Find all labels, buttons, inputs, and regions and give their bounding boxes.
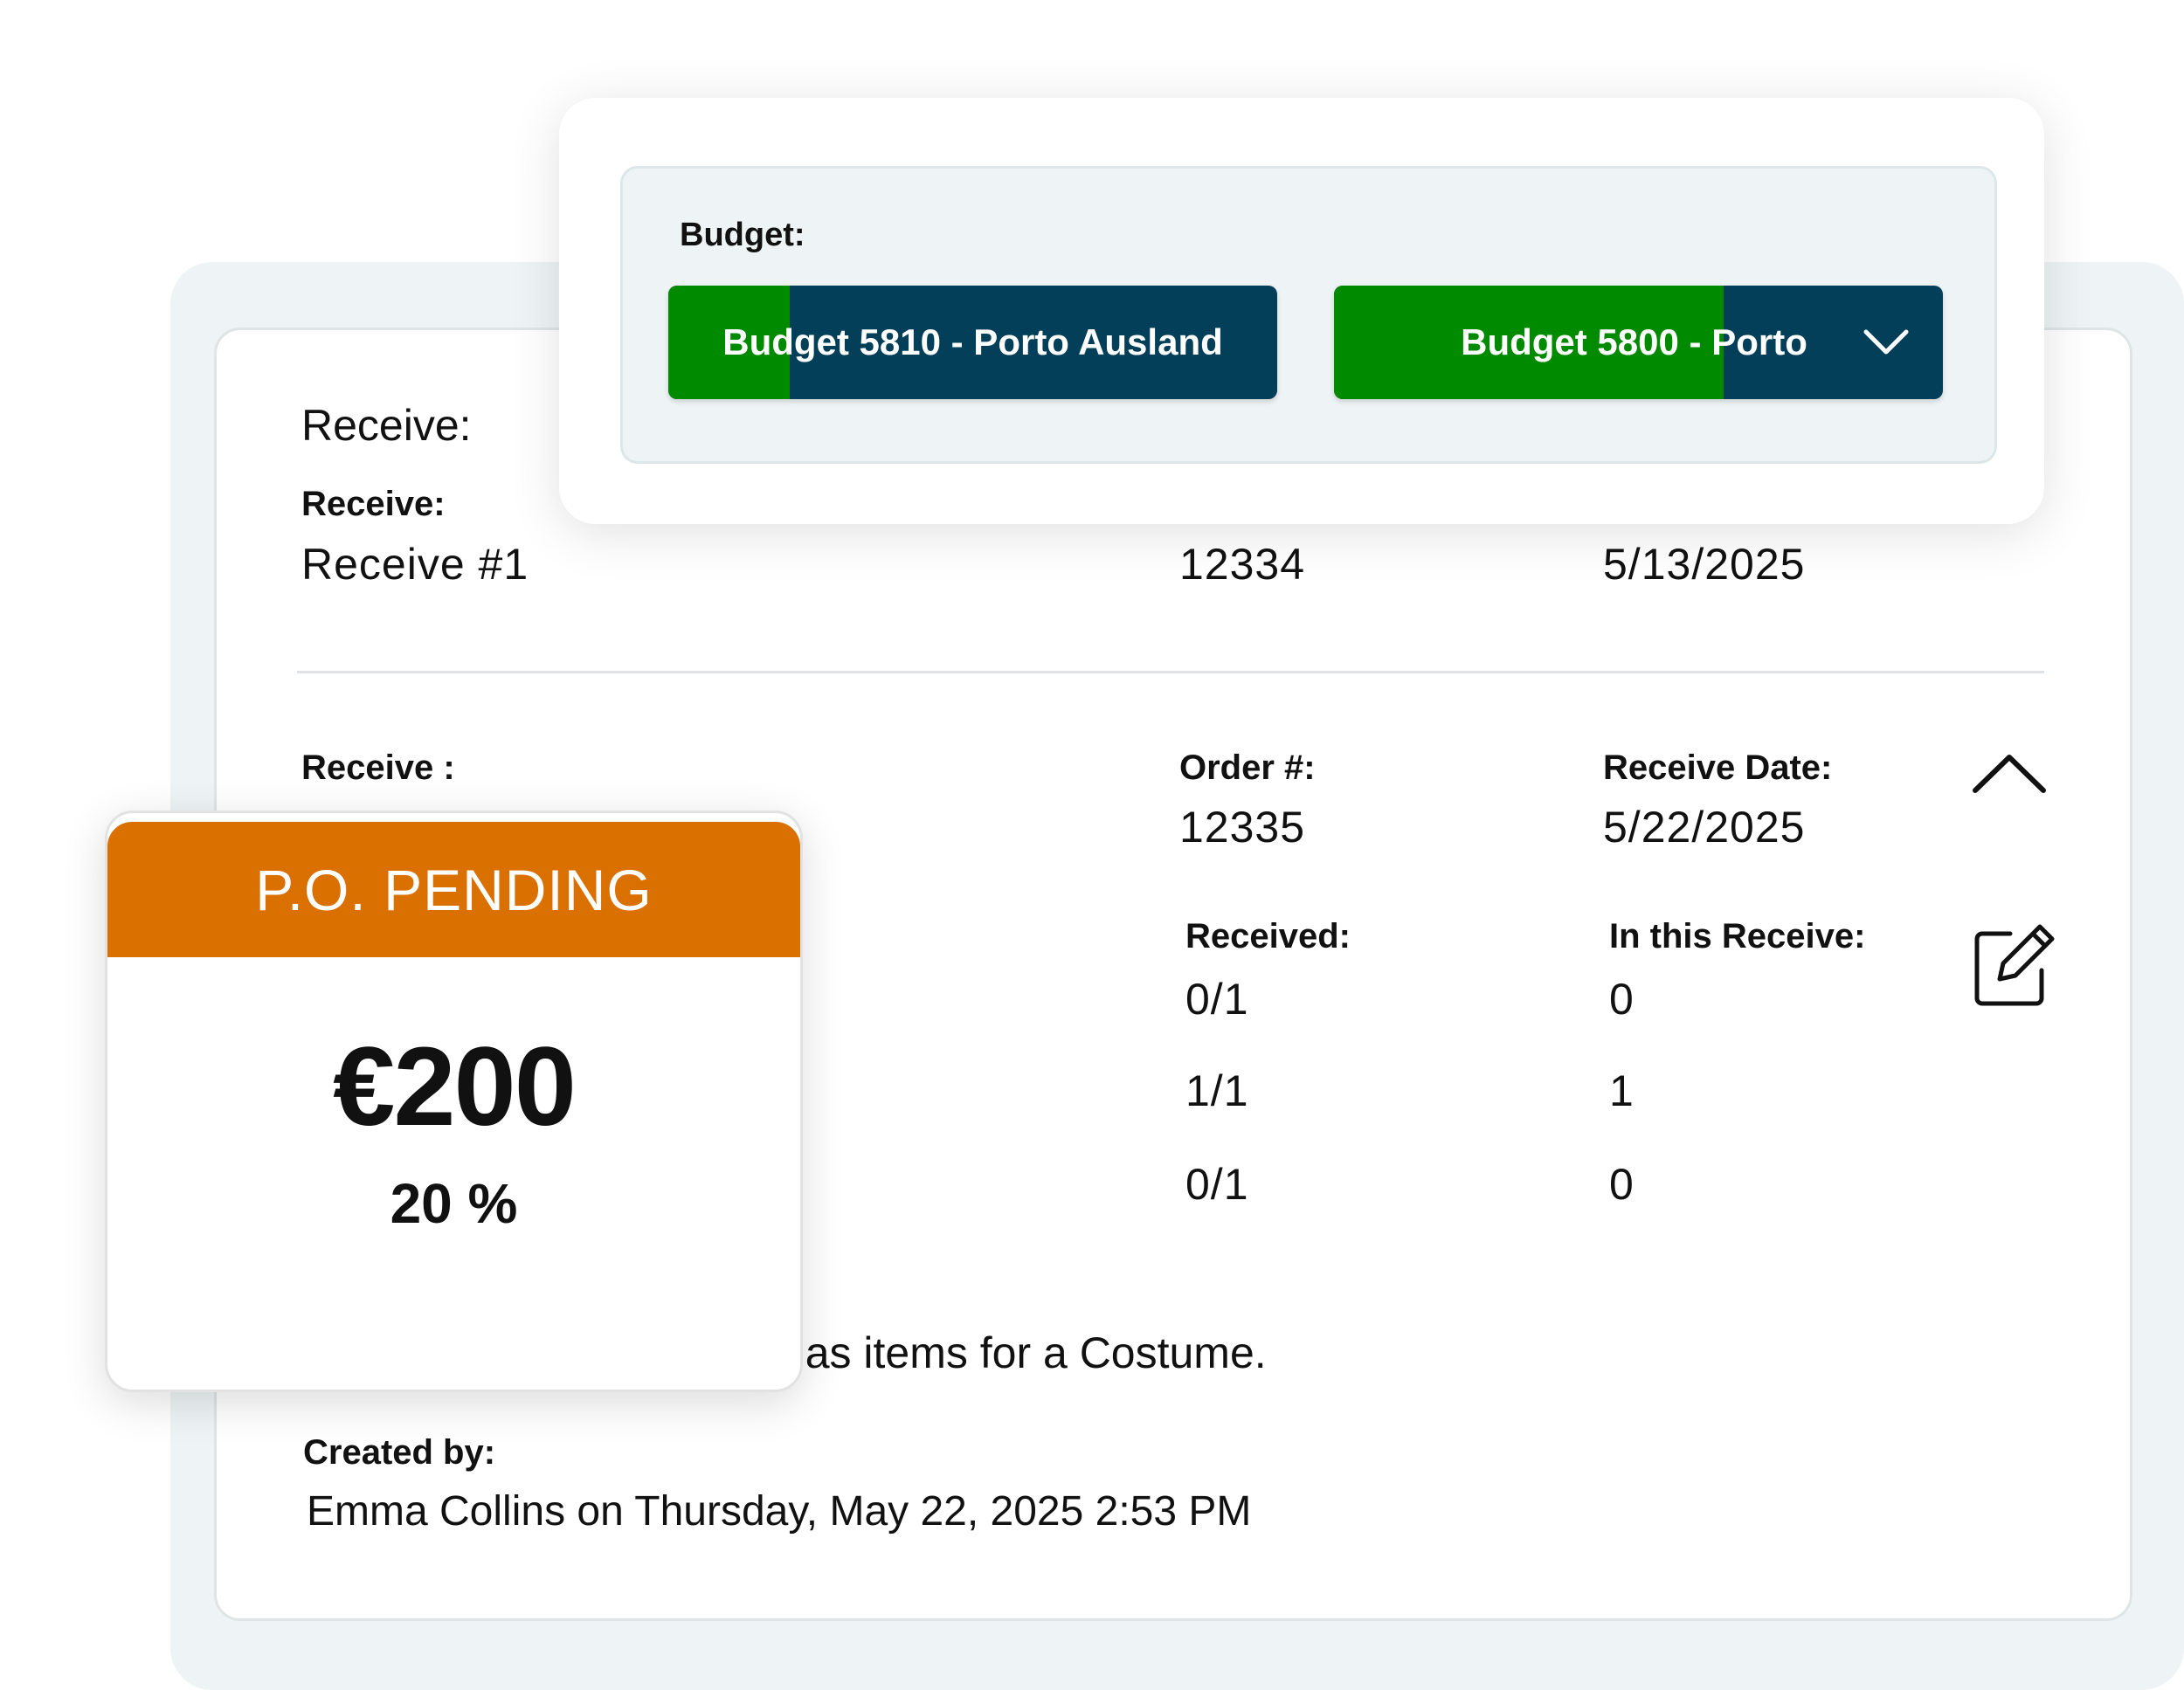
receive-2-order-number: 12335 <box>1179 803 1306 852</box>
edit-icon[interactable] <box>1970 921 2057 1009</box>
divider <box>297 671 2044 673</box>
received-value: 1/1 <box>1185 1066 1249 1115</box>
chevron-down-icon[interactable] <box>1863 328 1910 357</box>
po-pending-card: P.O. PENDING €200 20 % <box>105 811 803 1392</box>
section-title: Receive: <box>301 401 472 450</box>
budget-button-5810[interactable]: Budget 5810 - Porto Ausland <box>668 286 1277 399</box>
receive-1-date: 5/13/2025 <box>1603 540 1806 589</box>
received-value: 0/1 <box>1185 1160 1249 1209</box>
budget-button-label: Budget 5810 - Porto Ausland <box>722 321 1223 362</box>
budget-dropdown-label: Budget 5800 - Porto <box>1461 321 1807 362</box>
po-amount: €200 <box>333 1024 577 1149</box>
chevron-up-icon[interactable] <box>1970 747 2049 799</box>
in-this-receive-value: 0 <box>1609 1160 1635 1209</box>
in-this-receive-value: 1 <box>1609 1066 1635 1115</box>
receive-1-label: Receive: <box>301 485 446 523</box>
in-this-receive-value: 0 <box>1609 975 1635 1024</box>
receive-date-label: Receive Date: <box>1603 748 1833 787</box>
in-this-receive-label: In this Receive: <box>1609 917 1866 955</box>
budget-label: Budget: <box>680 217 805 253</box>
description-text: h as items for a Costume. <box>769 1328 1267 1377</box>
po-percent: 20 % <box>390 1172 518 1235</box>
created-by-value: Emma Collins on Thursday, May 22, 2025 2… <box>307 1488 1252 1535</box>
received-value: 0/1 <box>1185 975 1249 1024</box>
receive-2-date: 5/22/2025 <box>1603 803 1806 852</box>
budget-dropdown-5800[interactable]: Budget 5800 - Porto <box>1334 286 1943 399</box>
receive-1-order-number: 12334 <box>1179 540 1306 589</box>
receive-2-label: Receive : <box>301 748 455 787</box>
received-label: Received: <box>1185 917 1351 955</box>
created-by-label: Created by: <box>303 1433 496 1472</box>
receive-1-name: Receive #1 <box>301 540 529 589</box>
order-number-label: Order #: <box>1179 748 1316 787</box>
po-status-header: P.O. PENDING <box>107 822 800 957</box>
